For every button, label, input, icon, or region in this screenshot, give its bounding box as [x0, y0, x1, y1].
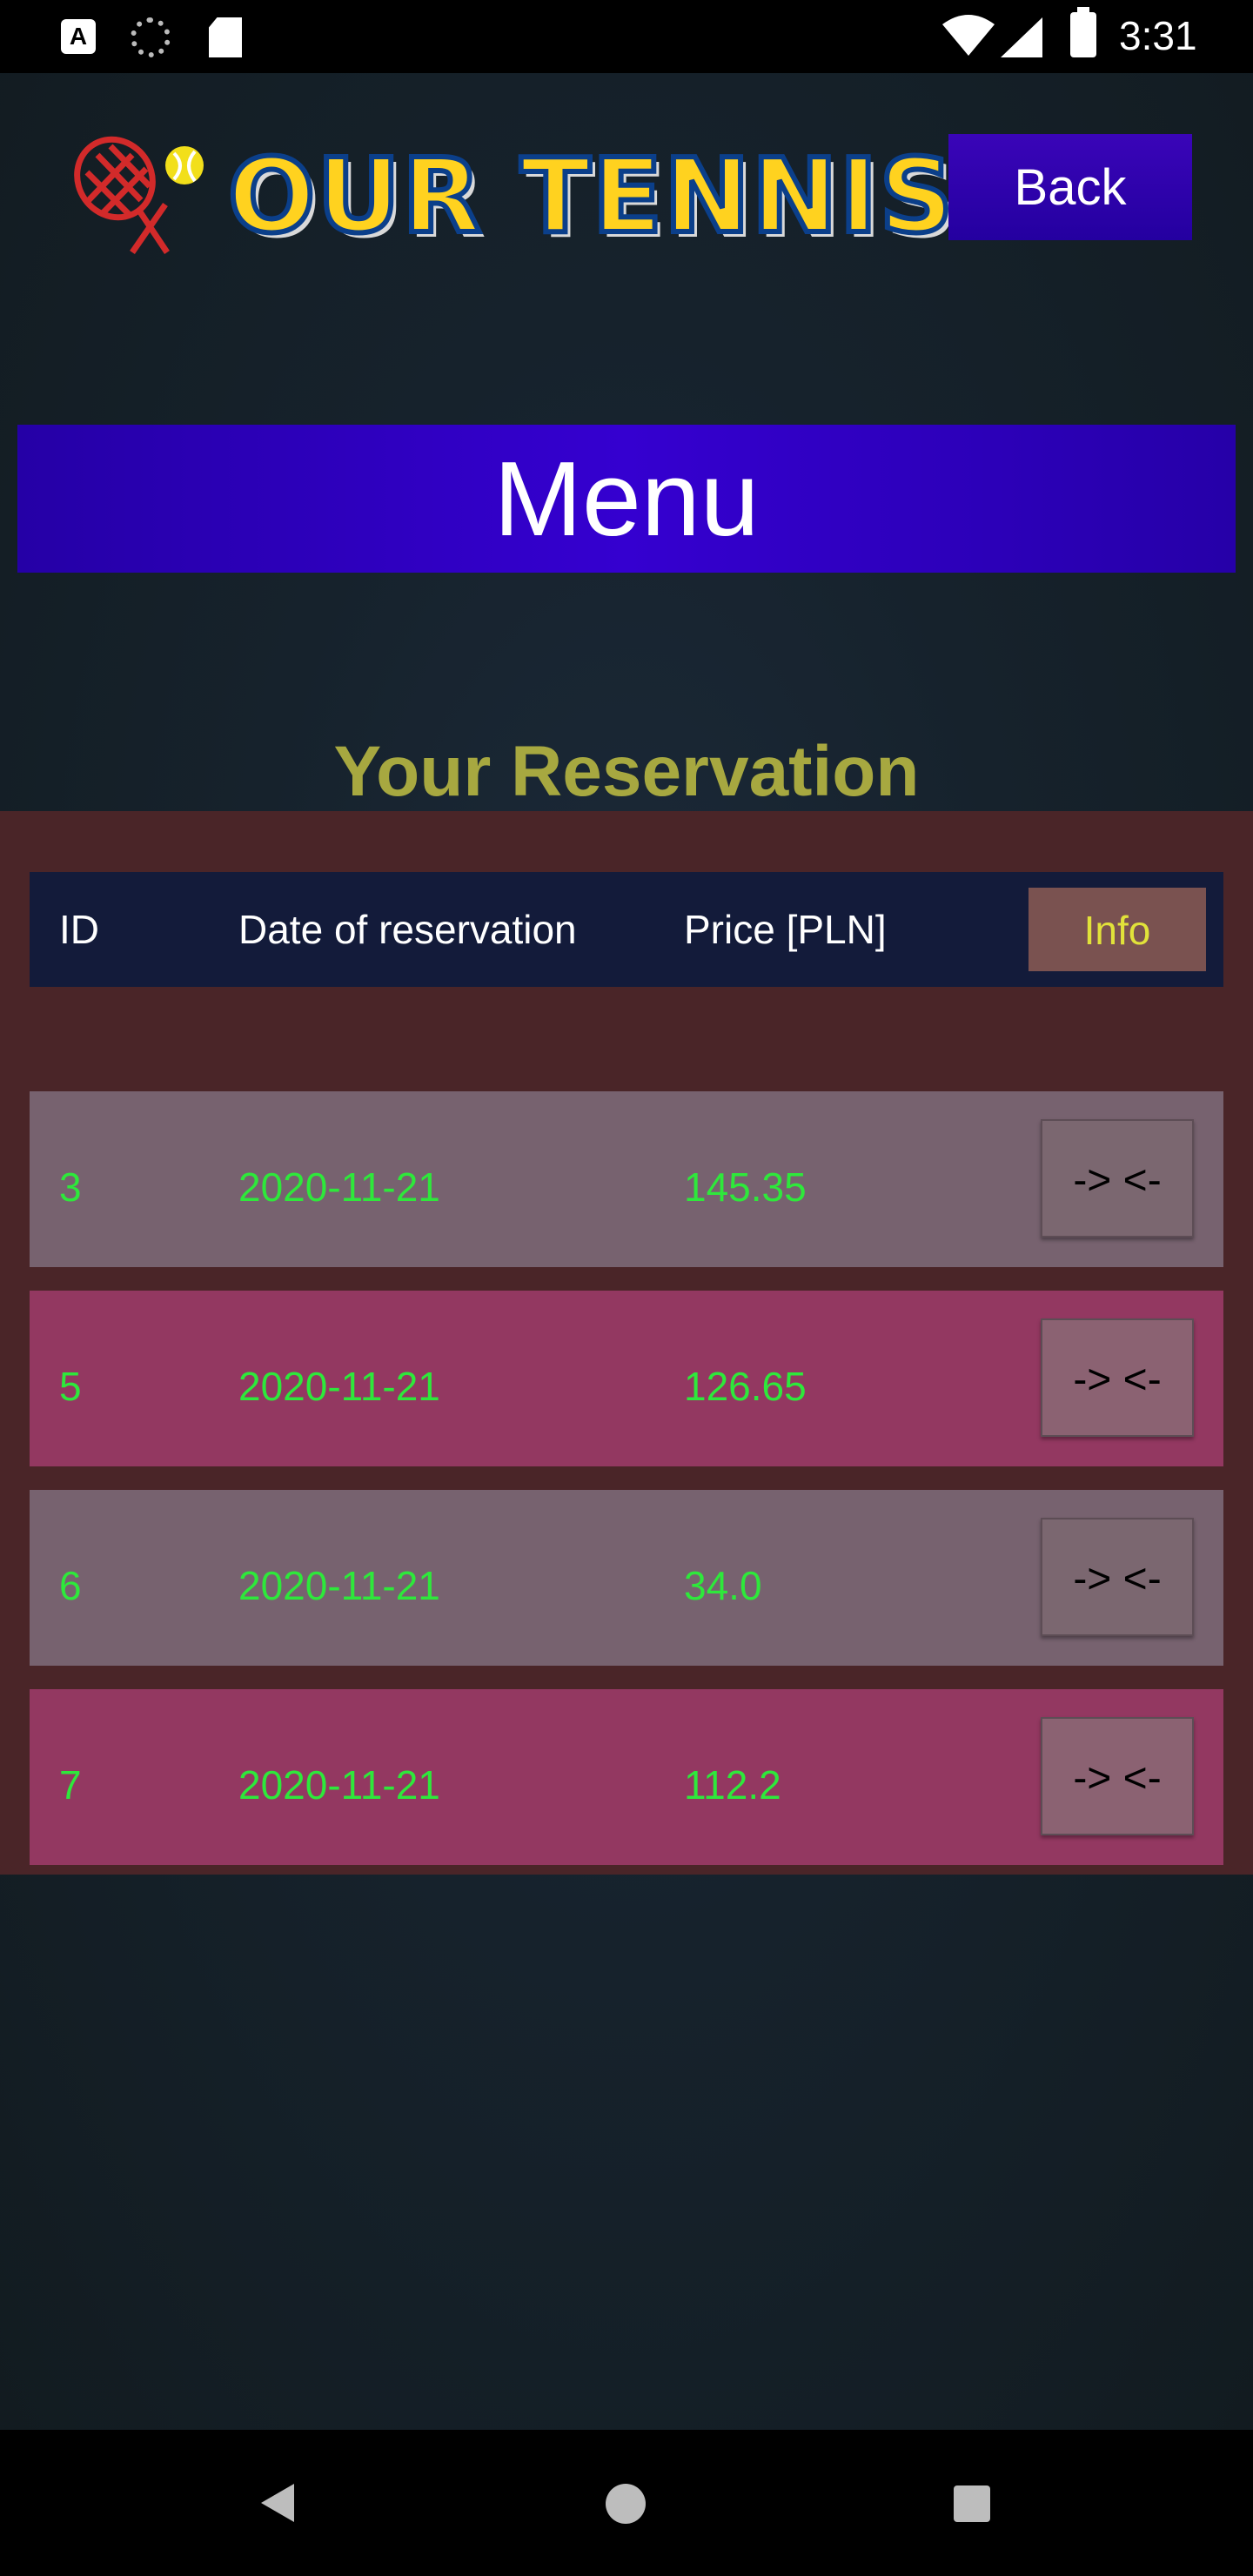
row-details-button[interactable]: -> <- [1041, 1518, 1194, 1636]
logo-text: OUR TENNIS [225, 133, 956, 258]
info-button[interactable]: Info [1029, 888, 1206, 971]
row-details-button[interactable]: -> <- [1041, 1717, 1194, 1835]
table-row: 7 2020-11-21 112.2 -> <- [30, 1689, 1223, 1865]
clock: 3:31 [1119, 13, 1197, 58]
row-date: 2020-11-21 [238, 1563, 440, 1608]
menu-button[interactable]: Menu [17, 425, 1236, 573]
back-button[interactable]: Back [948, 134, 1192, 240]
home-icon[interactable] [606, 2484, 646, 2524]
app-logo: OUR TENNIS [63, 131, 956, 261]
sd-card-icon [209, 17, 242, 57]
row-date: 2020-11-21 [238, 1762, 440, 1808]
row-price: 112.2 [684, 1762, 781, 1808]
table-row: 5 2020-11-21 126.65 -> <- [30, 1291, 1223, 1466]
table-header: ID Date of reservation Price [PLN] Info [30, 872, 1223, 987]
navigation-bar [0, 2430, 1253, 2576]
back-icon[interactable] [261, 2484, 294, 2522]
row-id: 3 [59, 1164, 82, 1210]
notification-a-icon: A [61, 19, 96, 54]
table-row: 3 2020-11-21 145.35 -> <- [30, 1091, 1223, 1267]
row-date: 2020-11-21 [238, 1364, 440, 1409]
row-price: 126.65 [684, 1364, 807, 1409]
page-title: Your Reservation [333, 732, 920, 811]
row-date: 2020-11-21 [238, 1164, 440, 1210]
wifi-icon [942, 15, 995, 56]
row-id: 7 [59, 1762, 82, 1808]
column-header-date: Date of reservation [238, 907, 577, 952]
status-bar: A 3:31 [0, 0, 1253, 73]
battery-icon [1070, 7, 1096, 57]
row-details-button[interactable]: -> <- [1041, 1318, 1194, 1437]
row-price: 34.0 [684, 1563, 762, 1608]
signal-icon [1001, 17, 1042, 57]
column-header-id: ID [59, 907, 99, 952]
row-id: 6 [59, 1563, 82, 1608]
recent-apps-icon[interactable] [954, 2485, 990, 2522]
spinner-icon [131, 17, 171, 57]
column-header-price: Price [PLN] [684, 907, 887, 952]
tennis-racket-icon [74, 136, 204, 254]
table-row: 6 2020-11-21 34.0 -> <- [30, 1490, 1223, 1666]
row-details-button[interactable]: -> <- [1041, 1119, 1194, 1238]
row-price: 145.35 [684, 1164, 807, 1210]
row-id: 5 [59, 1364, 82, 1409]
